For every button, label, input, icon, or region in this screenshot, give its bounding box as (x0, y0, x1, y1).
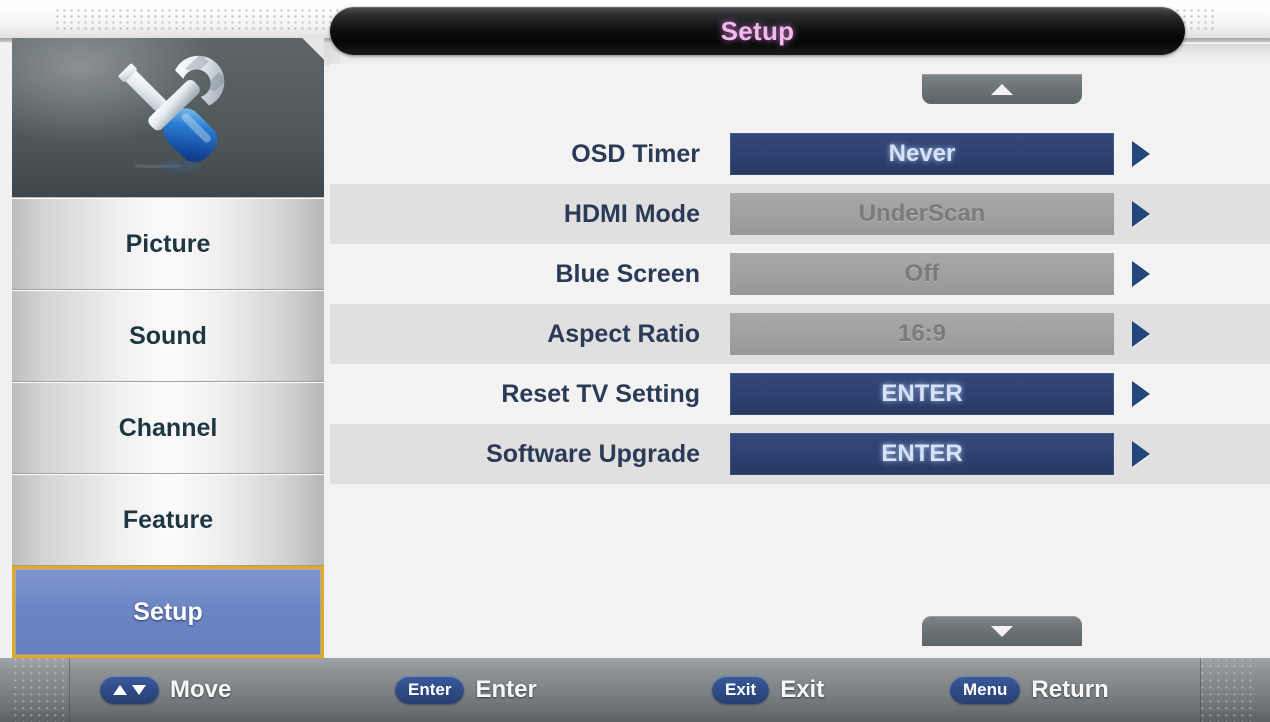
table-row[interactable]: Blue Screen Off (330, 244, 1270, 304)
scroll-down-button[interactable] (922, 616, 1082, 646)
sidebar-nav-list: Picture Sound Channel Feature Setup (12, 198, 324, 658)
scroll-up-button[interactable] (922, 74, 1082, 104)
hint-enter[interactable]: Enter Enter (395, 676, 537, 704)
chevron-down-icon (991, 625, 1013, 637)
table-row[interactable]: Reset TV Setting ENTER (330, 364, 1270, 424)
sidebar-item-label: Channel (118, 413, 218, 442)
setting-label: Blue Screen (555, 259, 700, 288)
enter-key-pill[interactable]: Enter (395, 676, 465, 704)
tv-osd-screen: Setup Picture Sound Channel Feature Setu… (0, 0, 1270, 722)
setting-value[interactable]: ENTER (730, 373, 1114, 415)
sidebar-item-picture[interactable]: Picture (12, 198, 324, 290)
table-row[interactable]: OSD Timer Never (330, 124, 1270, 184)
settings-panel: OSD Timer Never HDMI Mode UnderScan Blue… (330, 64, 1270, 656)
hint-label: Move (170, 676, 232, 703)
chevron-right-icon[interactable] (1132, 321, 1150, 347)
status-bar-texture-left (14, 658, 70, 722)
chevron-up-icon (991, 83, 1013, 95)
arrow-down-icon (132, 685, 146, 695)
setting-value[interactable]: ENTER (730, 433, 1114, 475)
sidebar: Picture Sound Channel Feature Setup (12, 38, 324, 658)
sidebar-item-label: Picture (125, 229, 211, 258)
title-bar-wrapper: Setup (330, 7, 1185, 55)
setting-label: Software Upgrade (486, 439, 700, 468)
sidebar-item-sound[interactable]: Sound (12, 290, 324, 382)
setting-value[interactable]: 16:9 (730, 313, 1114, 355)
hint-label: Enter (475, 676, 537, 703)
hint-move[interactable]: Move (100, 676, 231, 704)
setting-label: HDMI Mode (563, 199, 700, 228)
status-bar: Move Enter Enter Exit Exit Menu Return (0, 658, 1270, 722)
status-bar-texture-right (1200, 658, 1256, 722)
arrow-up-icon (113, 685, 127, 695)
chevron-right-icon[interactable] (1132, 381, 1150, 407)
menu-key-pill[interactable]: Menu (950, 676, 1021, 704)
sidebar-item-feature[interactable]: Feature (12, 474, 324, 566)
sidebar-item-channel[interactable]: Channel (12, 382, 324, 474)
tools-icon (118, 53, 227, 171)
sidebar-icon-panel (12, 38, 324, 198)
exit-key-pill[interactable]: Exit (712, 676, 770, 704)
chevron-right-icon[interactable] (1132, 441, 1150, 467)
settings-row-list: OSD Timer Never HDMI Mode UnderScan Blue… (330, 124, 1270, 484)
chevron-right-icon[interactable] (1132, 141, 1150, 167)
table-row[interactable]: HDMI Mode UnderScan (330, 184, 1270, 244)
setting-label: Aspect Ratio (547, 319, 700, 348)
sidebar-item-label: Sound (129, 321, 207, 350)
setting-label: Reset TV Setting (501, 379, 700, 408)
setting-value[interactable]: Off (730, 253, 1114, 295)
sidebar-item-setup[interactable]: Setup (12, 566, 324, 658)
page-title: Setup (720, 15, 795, 46)
sidebar-item-label: Feature (122, 505, 214, 534)
hint-label: Return (1031, 676, 1109, 703)
sidebar-item-label: Setup (133, 597, 203, 626)
chevron-right-icon[interactable] (1132, 201, 1150, 227)
hint-exit[interactable]: Exit Exit (712, 676, 824, 704)
setting-value[interactable]: Never (730, 133, 1114, 175)
table-row[interactable]: Software Upgrade ENTER (330, 424, 1270, 484)
icon-panel-corner-cut (301, 38, 324, 61)
hint-return[interactable]: Menu Return (950, 676, 1109, 704)
updown-key-pill[interactable] (100, 676, 159, 704)
table-row[interactable]: Aspect Ratio 16:9 (330, 304, 1270, 364)
hint-label: Exit (780, 676, 825, 703)
chevron-right-icon[interactable] (1132, 261, 1150, 287)
setting-label: OSD Timer (571, 139, 700, 168)
setting-value[interactable]: UnderScan (730, 193, 1114, 235)
title-bar: Setup (330, 7, 1185, 55)
